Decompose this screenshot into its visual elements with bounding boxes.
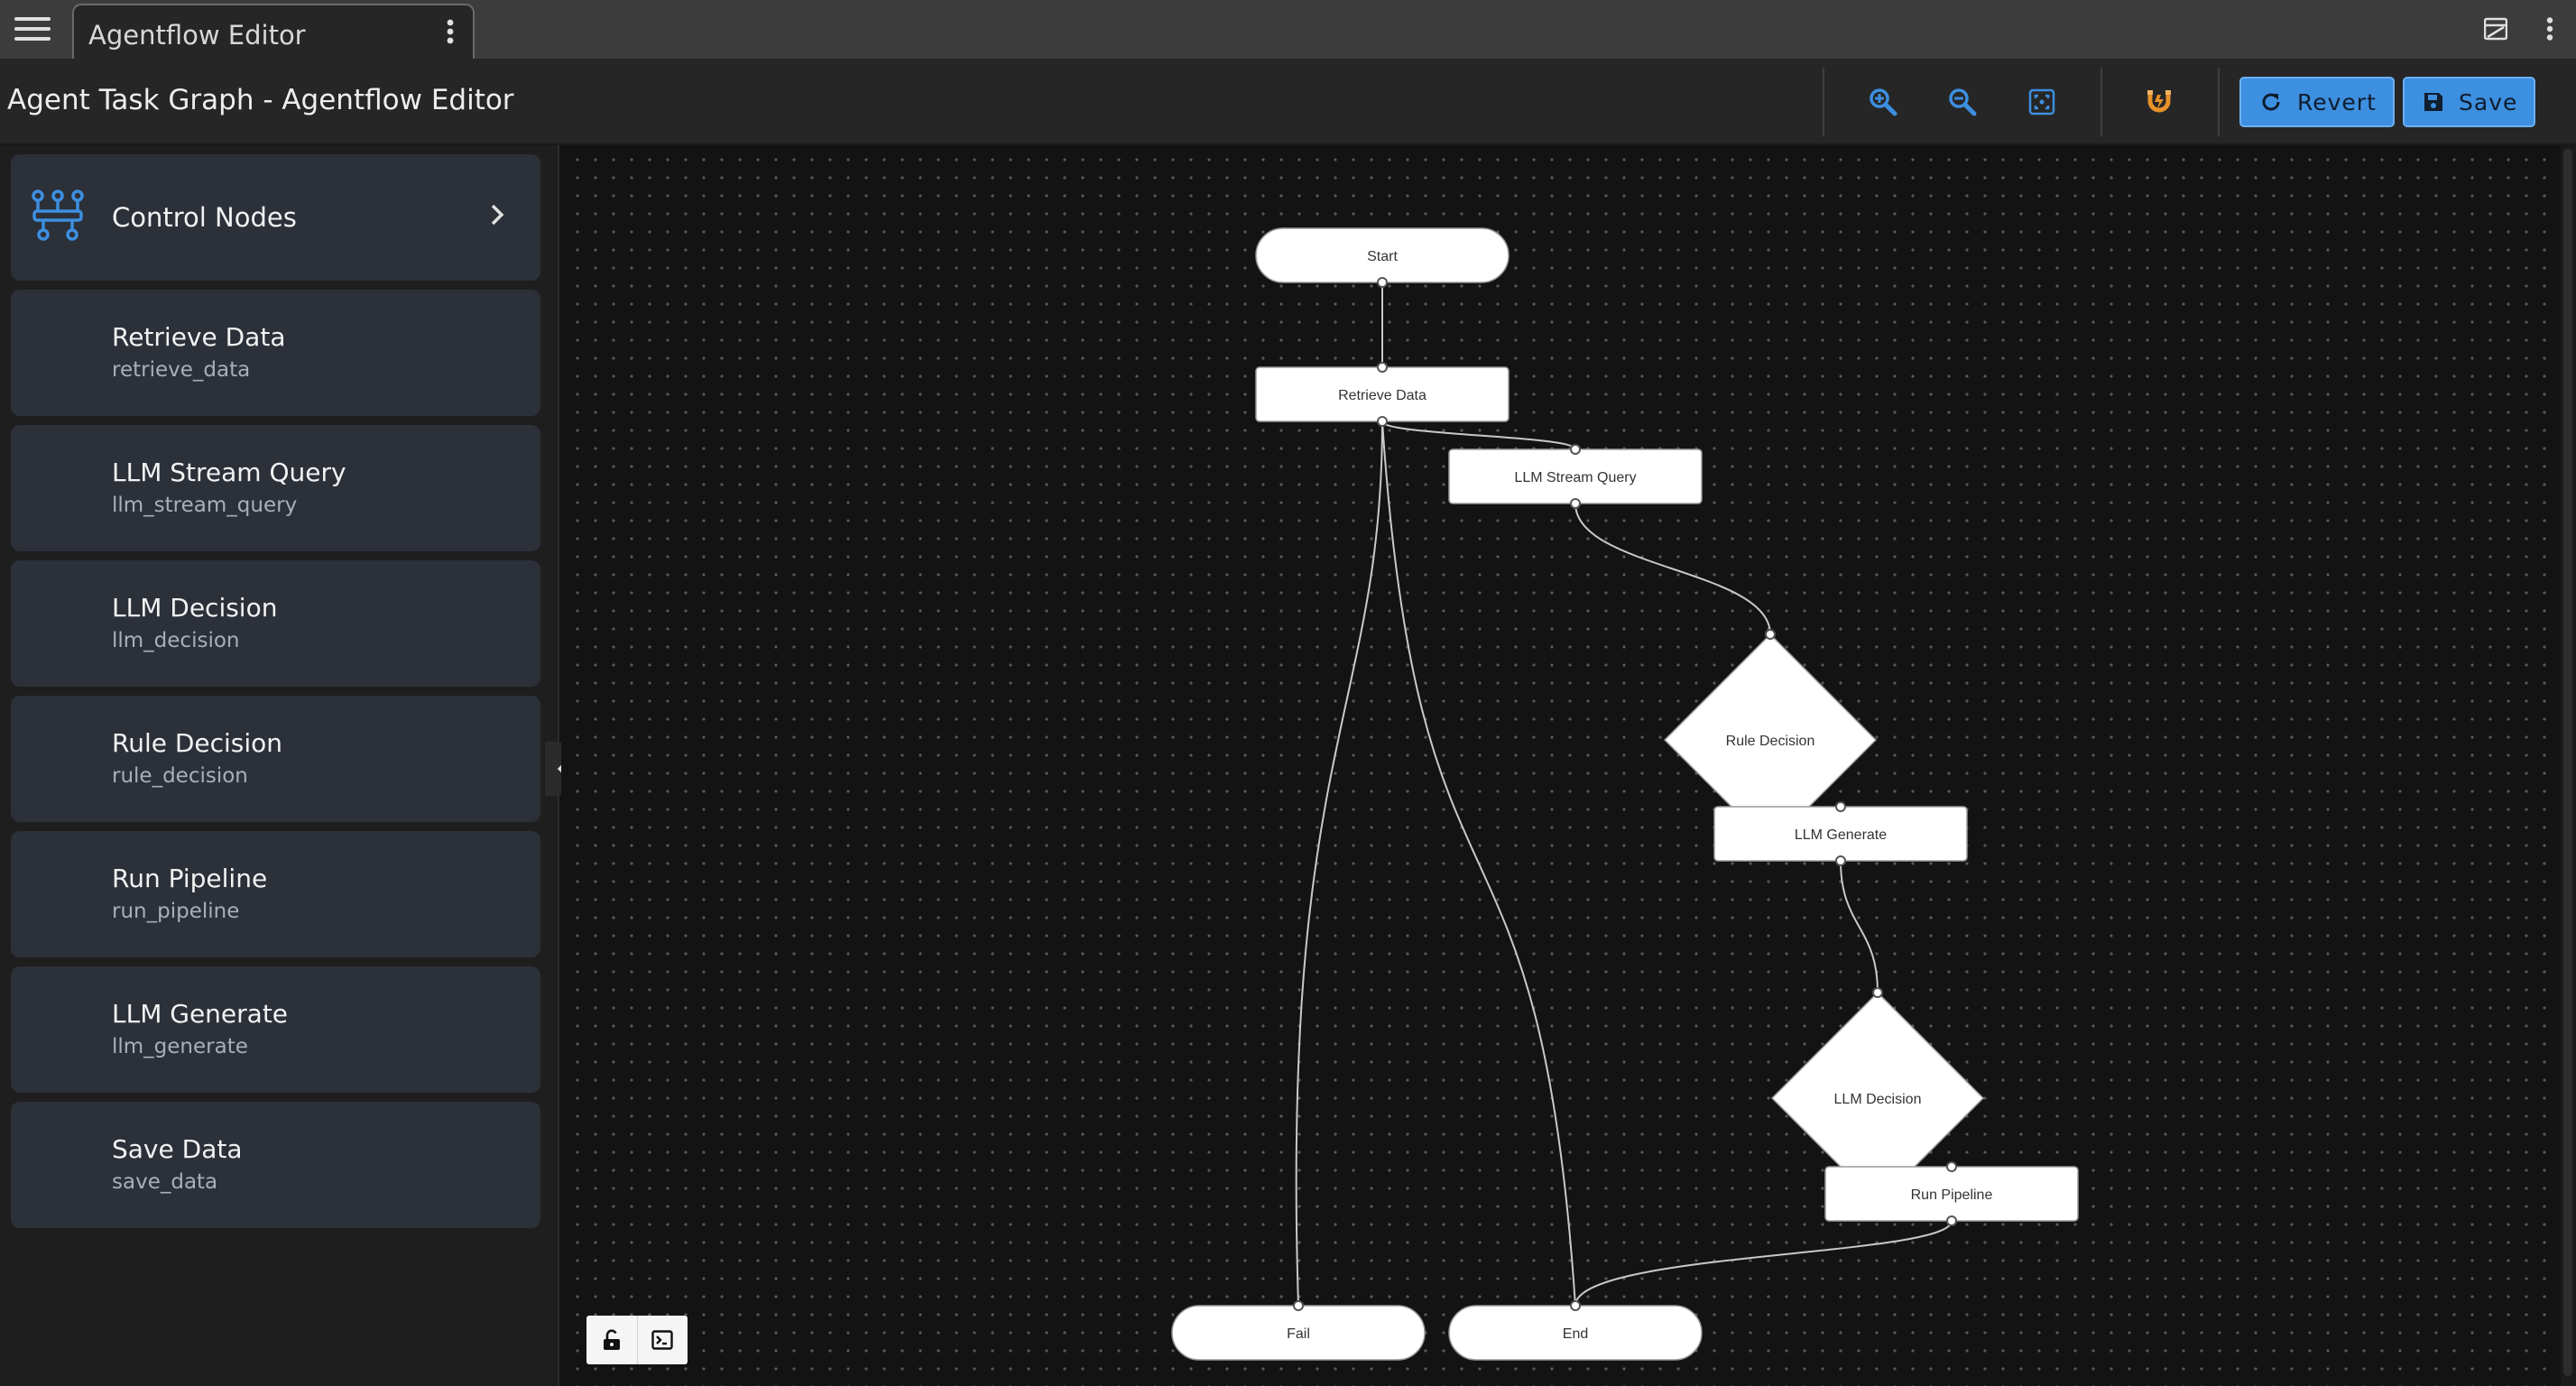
node-end[interactable]: End: [1448, 1300, 1703, 1361]
sidebar-item-subtitle: save_data: [112, 1170, 218, 1194]
graph-canvas[interactable]: Start Retrieve Data LLM Stream Query Rule D…: [561, 145, 2561, 1386]
sidebar-item-control-nodes[interactable]: Control Nodes: [11, 154, 540, 281]
sidebar-item-subtitle: retrieve_data: [112, 358, 251, 382]
tabbar-actions: [2480, 7, 2565, 51]
scrollbar-thumb[interactable]: [2563, 149, 2572, 1376]
chevron-right-icon: [491, 204, 504, 226]
sidebar-item-subtitle: llm_stream_query: [112, 494, 298, 517]
zoom-in-icon[interactable]: [1859, 79, 1907, 125]
workflow-icon: [32, 189, 84, 241]
input-handle[interactable]: [1293, 1300, 1304, 1311]
control-nodes-label: Control Nodes: [112, 202, 297, 233]
node-stream[interactable]: LLM Stream Query: [1448, 444, 1703, 509]
input-handle[interactable]: [1835, 801, 1846, 812]
node-retrieve[interactable]: Retrieve Data: [1255, 362, 1510, 427]
sidebar-item-title: LLM Generate: [112, 999, 289, 1029]
sidebar-item-save-data[interactable]: Save Data save_data: [11, 1102, 540, 1228]
revert-button[interactable]: Revert: [2239, 77, 2395, 127]
sidebar-item-llm-stream-query[interactable]: LLM Stream Query llm_stream_query: [11, 425, 540, 551]
sidebar-item-subtitle: llm_generate: [112, 1035, 248, 1058]
node-generate[interactable]: LLM Generate: [1713, 801, 1968, 866]
node-label: Start: [1367, 249, 1398, 264]
nodes-layer: Start Retrieve Data LLM Stream Query Rule D…: [1171, 227, 2079, 1361]
input-handle[interactable]: [1946, 1161, 1957, 1172]
toolbar-divider: [2218, 68, 2220, 136]
node-fail[interactable]: Fail: [1171, 1300, 1426, 1361]
edge-retrieve-to-end[interactable]: [1381, 420, 1576, 1307]
edge-retrieve-to-fail[interactable]: [1295, 420, 1383, 1307]
node-label: LLM Stream Query: [1514, 470, 1636, 485]
editor-tab[interactable]: Agentflow Editor: [72, 4, 475, 59]
window-more-icon[interactable]: [2534, 11, 2565, 47]
output-handle[interactable]: [1835, 855, 1846, 866]
vertical-scrollbar[interactable]: [2561, 145, 2576, 1386]
edge-retrieve-to-stream[interactable]: [1381, 420, 1576, 450]
edge-generate-to-decision[interactable]: [1840, 860, 1879, 993]
edge-stream-to-rule[interactable]: [1574, 503, 1771, 635]
sidebar-item-subtitle: llm_decision: [112, 629, 240, 652]
edge-pipeline-to-end[interactable]: [1574, 1220, 1953, 1307]
sidebar-item-retrieve-data[interactable]: Retrieve Data retrieve_data: [11, 290, 540, 416]
sidebar-item-title: Retrieve Data: [112, 322, 286, 352]
revert-label: Revert: [2297, 88, 2377, 116]
panel-toggle-icon[interactable]: [2480, 11, 2511, 47]
output-handle[interactable]: [1570, 498, 1581, 509]
save-label: Save: [2459, 88, 2518, 116]
sidebar-item-subtitle: run_pipeline: [112, 900, 240, 923]
zoom-out-icon[interactable]: [1938, 79, 1987, 125]
sidebar-item-title: LLM Stream Query: [112, 457, 346, 487]
snap-magnet-icon[interactable]: [2135, 79, 2184, 125]
sidebar-item-subtitle: rule_decision: [112, 764, 248, 788]
tab-label: Agentflow Editor: [88, 20, 306, 51]
hamburger-menu-icon[interactable]: [11, 7, 54, 51]
node-label: Retrieve Data: [1338, 388, 1426, 403]
flow-graph: Start Retrieve Data LLM Stream Query Rule D…: [1171, 227, 2079, 1361]
page-title: Agent Task Graph - Agentflow Editor: [7, 84, 514, 116]
save-button[interactable]: Save: [2403, 77, 2535, 127]
input-handle[interactable]: [1570, 444, 1581, 455]
sidebar-item-run-pipeline[interactable]: Run Pipeline run_pipeline: [11, 831, 540, 957]
terminal-icon[interactable]: [636, 1316, 688, 1364]
sidebar-item-title: LLM Decision: [112, 593, 278, 623]
sidebar-item-title: Rule Decision: [112, 728, 283, 758]
sidebar-item-title: Run Pipeline: [112, 864, 268, 893]
sidebar-item-llm-generate[interactable]: LLM Generate llm_generate: [11, 966, 540, 1093]
node-label: LLM Decision: [1834, 1092, 1922, 1107]
node-pipeline[interactable]: Run Pipeline: [1824, 1161, 2079, 1226]
node-label: Run Pipeline: [1911, 1187, 1993, 1203]
toolbar-divider: [2101, 68, 2102, 136]
input-handle[interactable]: [1872, 987, 1883, 998]
node-start[interactable]: Start: [1255, 227, 1510, 288]
refresh-icon: [2262, 93, 2280, 111]
node-label: Rule Decision: [1726, 734, 1815, 749]
unlock-icon[interactable]: [586, 1316, 637, 1364]
fit-view-icon[interactable]: [2017, 79, 2066, 125]
editor-header: Agent Task Graph - Agentflow Editor Reve…: [0, 59, 2576, 145]
sidebar-item-rule-decision[interactable]: Rule Decision rule_decision: [11, 696, 540, 822]
toolbar-divider: [1823, 68, 1824, 136]
output-handle[interactable]: [1377, 416, 1388, 427]
output-handle[interactable]: [1946, 1215, 1957, 1226]
node-label: End: [1563, 1326, 1588, 1342]
canvas-controls: [586, 1316, 688, 1364]
tab-more-icon[interactable]: [440, 18, 460, 45]
sidebar-item-llm-decision[interactable]: LLM Decision llm_decision: [11, 560, 540, 687]
input-handle[interactable]: [1765, 629, 1776, 640]
tab-bar: Agentflow Editor: [0, 0, 2576, 59]
input-handle[interactable]: [1377, 362, 1388, 373]
input-handle[interactable]: [1570, 1300, 1581, 1311]
output-handle[interactable]: [1377, 277, 1388, 288]
node-label: LLM Generate: [1795, 827, 1887, 843]
sidebar-item-title: Save Data: [112, 1134, 243, 1164]
node-palette-sidebar: Control Nodes Retrieve Data retrieve_dat…: [0, 145, 559, 1386]
node-label: Fail: [1287, 1326, 1310, 1342]
save-icon: [2424, 93, 2442, 111]
